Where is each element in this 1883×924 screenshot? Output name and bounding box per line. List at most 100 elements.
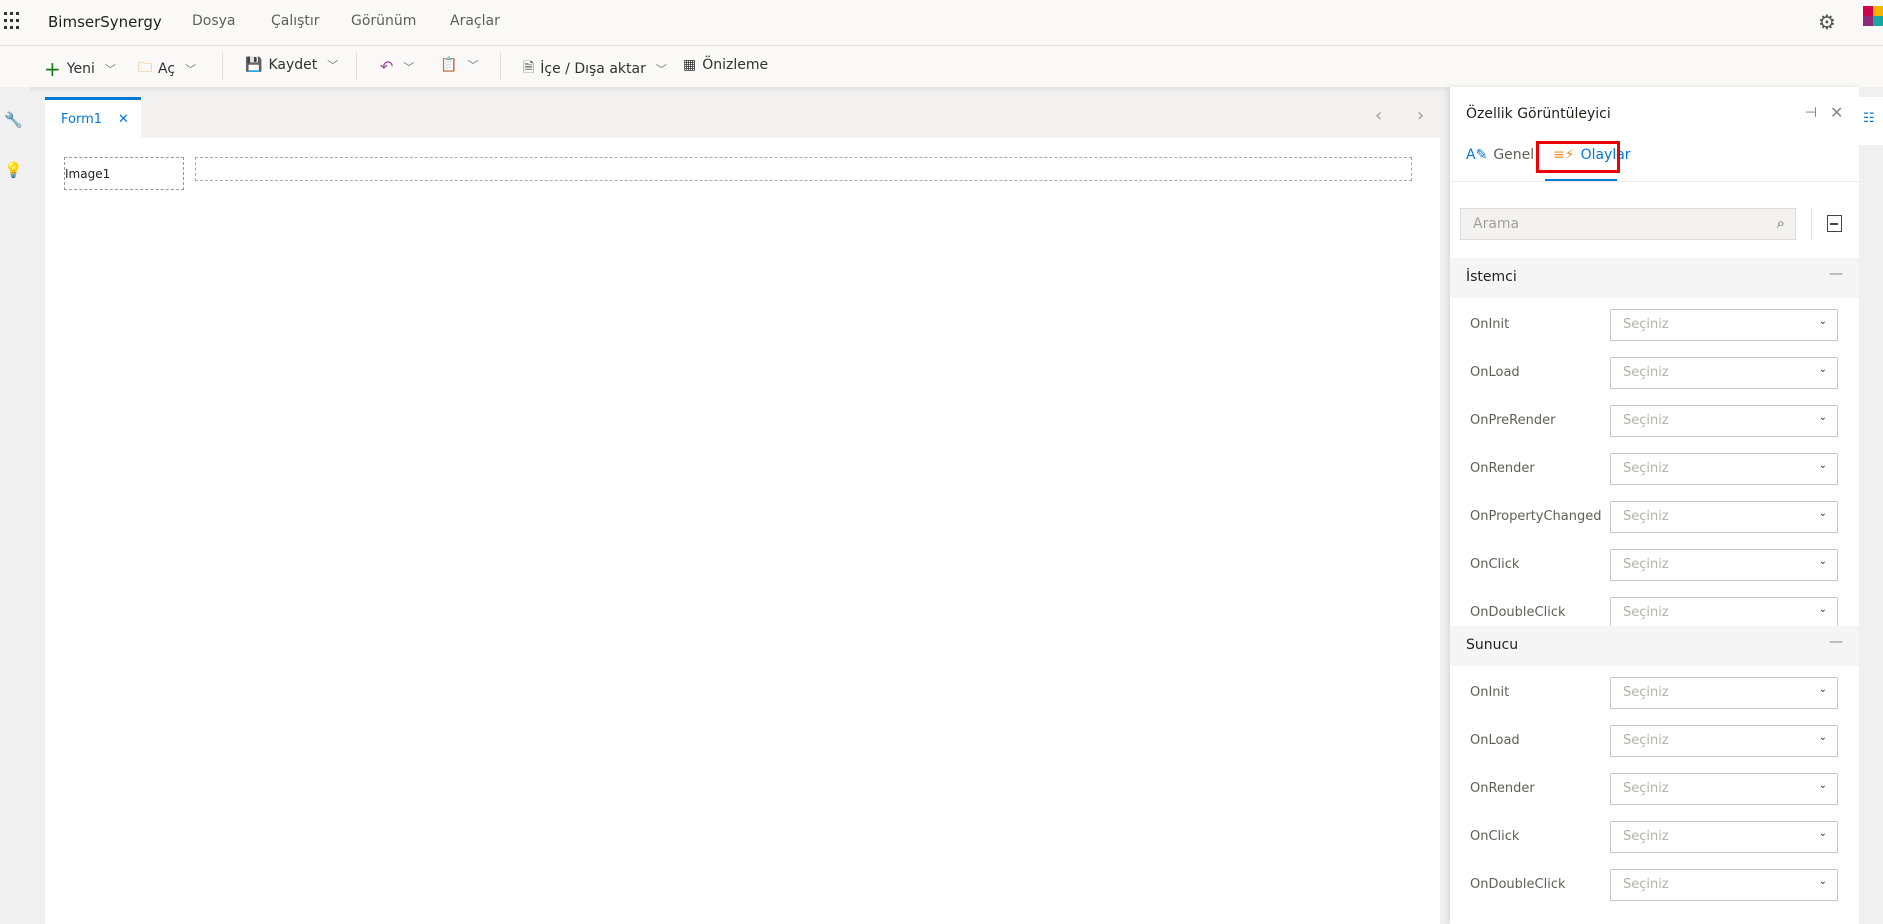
image-control[interactable]: Image1 — [64, 157, 184, 190]
select-placeholder: Seçiniz — [1623, 509, 1669, 524]
panel-title: Özellik Görüntüleyici — [1466, 106, 1611, 122]
event-label: OnClick — [1470, 829, 1520, 844]
highlight-box — [1536, 141, 1620, 173]
event-handler-select[interactable]: Seçiniz ⌄ — [1610, 309, 1838, 341]
chevron-down-icon: ﹀ — [655, 63, 667, 76]
properties-list-icon[interactable]: ☷ — [1859, 97, 1883, 145]
event-row: OnRender Seçiniz ⌄ — [1450, 773, 1859, 805]
tab-form1[interactable]: Form1 ✕ — [45, 97, 141, 138]
section-header[interactable]: İstemci — — [1450, 258, 1859, 298]
new-label: Yeni — [66, 61, 95, 77]
search-icon[interactable]: ⌕ — [1777, 214, 1785, 232]
event-handler-select[interactable]: Seçiniz ⌄ — [1610, 773, 1838, 805]
event-label: OnRender — [1470, 461, 1535, 476]
tools-icon[interactable]: 🔧 — [4, 111, 23, 129]
save-icon: 💾 — [245, 57, 263, 73]
tab-prev-icon[interactable]: ‹ — [1375, 105, 1382, 126]
event-handler-select[interactable]: Seçiniz ⌄ — [1610, 597, 1838, 629]
app-launcher-icon[interactable] — [4, 12, 22, 30]
open-button[interactable]: 🗀 Aç ﹀ — [138, 57, 196, 81]
event-handler-select[interactable]: Seçiniz ⌄ — [1610, 549, 1838, 581]
close-icon[interactable]: ✕ — [1830, 103, 1843, 122]
divider — [222, 52, 223, 80]
collapse-all-icon[interactable] — [1827, 215, 1842, 232]
tab-next-icon[interactable]: › — [1417, 105, 1424, 126]
tab-general[interactable]: A✎ Genel — [1466, 147, 1534, 163]
event-row: OnInit Seçiniz ⌄ — [1450, 677, 1859, 709]
chevron-down-icon: ⌄ — [1818, 364, 1827, 375]
preview-icon: ▦ — [683, 57, 697, 73]
close-tab-icon[interactable]: ✕ — [118, 112, 129, 127]
menu-dosya[interactable]: Dosya — [192, 13, 236, 29]
divider — [356, 52, 357, 80]
section-title: Sunucu — [1466, 637, 1519, 653]
chevron-down-icon: ⌄ — [1818, 556, 1827, 567]
select-placeholder: Seçiniz — [1623, 365, 1669, 380]
event-handler-select[interactable]: Seçiniz ⌄ — [1610, 725, 1838, 757]
chevron-down-icon: ﹀ — [467, 59, 479, 72]
select-placeholder: Seçiniz — [1623, 461, 1669, 476]
clipboard-icon: 📋 — [440, 57, 458, 73]
chevron-down-icon: ⌄ — [1818, 876, 1827, 887]
lightbulb-search-icon[interactable]: 💡 — [4, 161, 23, 179]
chevron-down-icon: ⌄ — [1818, 732, 1827, 743]
preview-button[interactable]: ▦ Önizleme — [683, 57, 768, 73]
chevron-down-icon: ⌄ — [1818, 780, 1827, 791]
form-canvas[interactable]: Image1 — [45, 138, 1440, 924]
collapse-section-icon[interactable]: — — [1829, 266, 1843, 282]
new-button[interactable]: + Yeni ﹀ — [44, 57, 116, 81]
import-export-button[interactable]: 🗎 İçe / Dışa aktar ﹀ — [523, 57, 667, 81]
plus-icon: + — [44, 57, 61, 81]
folder-icon: 🗀 — [138, 60, 152, 76]
menu-gorunum[interactable]: Görünüm — [351, 13, 416, 29]
event-label: OnPreRender — [1470, 413, 1556, 428]
right-toolstrip: ☷ — [1859, 87, 1883, 924]
import-export-icon: 🗎 — [523, 60, 535, 76]
logo-icon — [1863, 6, 1883, 26]
event-handler-select[interactable]: Seçiniz ⌄ — [1610, 453, 1838, 485]
text-edit-icon: A✎ — [1466, 147, 1488, 163]
settings-gear-icon[interactable]: ⚙ — [1818, 10, 1836, 34]
undo-button[interactable]: ↶ ﹀ — [380, 57, 414, 76]
chevron-down-icon: ⌄ — [1818, 460, 1827, 471]
empty-control-placeholder[interactable] — [195, 157, 1412, 181]
event-row: OnLoad Seçiniz ⌄ — [1450, 357, 1859, 389]
import-export-label: İçe / Dışa aktar — [540, 61, 646, 77]
clipboard-button[interactable]: 📋 ﹀ — [440, 57, 478, 73]
chevron-down-icon: ⌄ — [1818, 828, 1827, 839]
event-label: OnInit — [1470, 685, 1510, 700]
select-placeholder: Seçiniz — [1623, 605, 1669, 620]
select-placeholder: Seçiniz — [1623, 829, 1669, 844]
event-handler-select[interactable]: Seçiniz ⌄ — [1610, 501, 1838, 533]
select-placeholder: Seçiniz — [1623, 413, 1669, 428]
event-label: OnLoad — [1470, 365, 1520, 380]
event-row: OnDoubleClick Seçiniz ⌄ — [1450, 597, 1859, 629]
event-handler-select[interactable]: Seçiniz ⌄ — [1610, 677, 1838, 709]
menu-araclar[interactable]: Araçlar — [450, 13, 500, 29]
menu-calistir[interactable]: Çalıştır — [271, 13, 320, 29]
chevron-down-icon: ⌄ — [1818, 316, 1827, 327]
collapse-section-icon[interactable]: — — [1829, 634, 1843, 650]
search-placeholder: Arama — [1473, 216, 1520, 232]
divider — [1450, 181, 1859, 182]
event-handler-select[interactable]: Seçiniz ⌄ — [1610, 357, 1838, 389]
event-label: OnLoad — [1470, 733, 1520, 748]
event-row: OnPropertyChanged Seçiniz ⌄ — [1450, 501, 1859, 533]
section-header[interactable]: Sunucu — — [1450, 626, 1859, 666]
search-input[interactable]: Arama ⌕ — [1460, 208, 1796, 240]
event-label: OnInit — [1470, 317, 1510, 332]
event-label: OnDoubleClick — [1470, 877, 1566, 892]
event-row: OnInit Seçiniz ⌄ — [1450, 309, 1859, 341]
event-row: OnDoubleClick Seçiniz ⌄ — [1450, 869, 1859, 901]
left-toolstrip: 🔧 💡 — [0, 87, 30, 924]
event-handler-select[interactable]: Seçiniz ⌄ — [1610, 821, 1838, 853]
event-row: OnPreRender Seçiniz ⌄ — [1450, 405, 1859, 437]
event-row: OnLoad Seçiniz ⌄ — [1450, 725, 1859, 757]
toolbar: + Yeni ﹀ 🗀 Aç ﹀ 💾 Kaydet ﹀ ↶ ﹀ 📋 ﹀ 🗎 İçe / Dışa a… — [0, 46, 1883, 87]
event-row: OnClick Seçiniz ⌄ — [1450, 549, 1859, 581]
save-button[interactable]: 💾 Kaydet ﹀ — [245, 57, 338, 73]
pin-icon[interactable]: ⊣ — [1805, 105, 1817, 121]
event-handler-select[interactable]: Seçiniz ⌄ — [1610, 405, 1838, 437]
event-handler-select[interactable]: Seçiniz ⌄ — [1610, 869, 1838, 901]
select-placeholder: Seçiniz — [1623, 781, 1669, 796]
